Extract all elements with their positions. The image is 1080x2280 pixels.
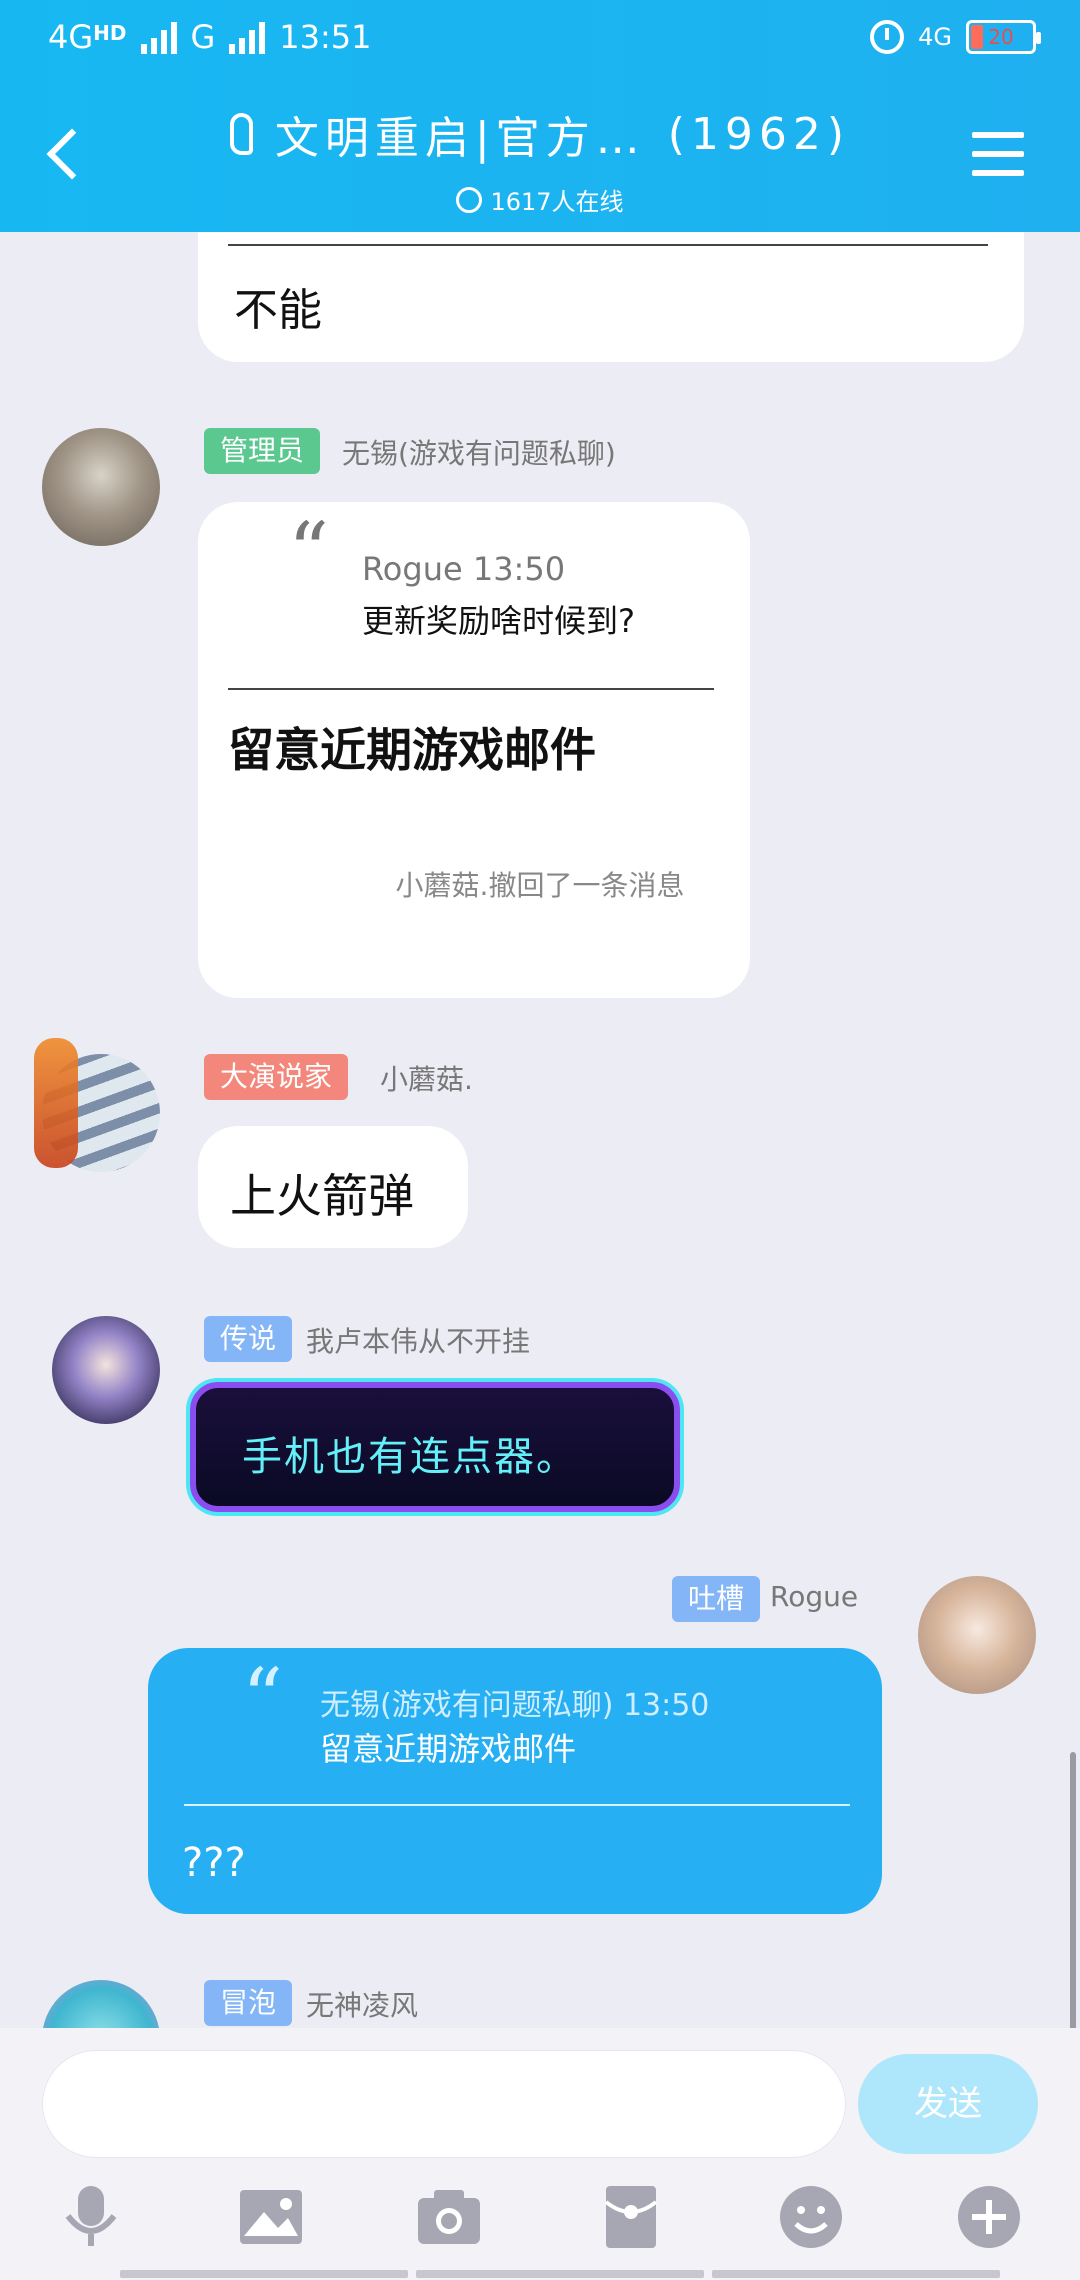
quote-author: Rogue 13:50: [362, 550, 566, 588]
menu-button[interactable]: [972, 132, 1024, 176]
quote-author: 无锡(游戏有问题私聊) 13:50: [320, 1688, 710, 1723]
sender-name[interactable]: 我卢本伟从不开挂: [306, 1320, 530, 1360]
message-bubble-decorated[interactable]: 手机也有连点器。: [190, 1382, 680, 1512]
message-bubble[interactable]: 上火箭弹: [198, 1126, 468, 1248]
sender-name[interactable]: Rogue: [770, 1580, 858, 1613]
quote-divider: [228, 688, 714, 690]
member-count: (1962): [667, 108, 850, 160]
sender-name[interactable]: 无锡(游戏有问题私聊): [342, 432, 616, 472]
title-block[interactable]: 文明重启|官方… (1962) 1617人在线: [230, 102, 850, 217]
status-bar: 4GHD G 13:51 4G 20: [0, 0, 1080, 80]
camera-icon[interactable]: [414, 2182, 484, 2252]
message-text: 上火箭弹: [230, 1169, 414, 1223]
avatar[interactable]: [42, 428, 160, 546]
input-bar: 发送: [0, 2028, 1080, 2280]
status-left: 4GHD G 13:51: [48, 18, 372, 56]
avatar[interactable]: [52, 1316, 160, 1424]
clock: 13:51: [279, 18, 372, 56]
battery-icon: 20: [966, 20, 1041, 54]
avatar[interactable]: [918, 1576, 1036, 1694]
back-button[interactable]: [40, 120, 90, 190]
quote-text: 更新奖励啥时候到?: [362, 602, 635, 640]
plus-icon[interactable]: [954, 2182, 1024, 2252]
role-badge: 大演说家: [204, 1054, 349, 1100]
toolbar: [0, 2182, 1080, 2272]
role-badge: 冒泡: [204, 1980, 293, 2026]
recall-notice: 小蘑菇.撤回了一条消息: [395, 869, 685, 902]
quote-divider: [184, 1804, 850, 1806]
group-name: 文明重启|官方…: [274, 113, 646, 164]
message-input[interactable]: [42, 2050, 846, 2158]
quote-divider: [228, 244, 988, 246]
ear-icon: [230, 113, 253, 155]
sender-name[interactable]: 小蘑菇.: [380, 1058, 473, 1098]
online-count: 1617人在线: [490, 188, 624, 216]
alarm-icon: [870, 20, 905, 54]
message-list[interactable]: 不能 管理员 无锡(游戏有问题私聊) “ Rogue 13:50 更新奖励啥时候…: [0, 232, 1080, 2028]
scrollbar[interactable]: [1070, 1752, 1076, 2028]
microphone-icon[interactable]: [56, 2182, 126, 2252]
signal-icon: [140, 20, 177, 54]
role-badge: 传说: [204, 1316, 293, 1362]
status-right: 4G 20: [870, 20, 1041, 54]
network-4g-label: 4G: [918, 23, 952, 51]
image-icon[interactable]: [236, 2182, 306, 2252]
message-text: 不能: [234, 285, 322, 336]
chevron-down-icon: [456, 186, 483, 213]
avatar-frame-icon: [34, 1038, 78, 1168]
my-message-bubble[interactable]: “ 无锡(游戏有问题私聊) 13:50 留意近期游戏邮件 ???: [148, 1648, 882, 1914]
network-g-label: G: [190, 18, 216, 56]
system-nav-bar: [120, 2270, 1000, 2278]
avatar[interactable]: [42, 1980, 160, 2028]
quote-text: 留意近期游戏邮件: [320, 1730, 577, 1768]
message-text: 手机也有连点器。: [242, 1434, 578, 1480]
red-packet-icon[interactable]: [596, 2182, 666, 2252]
quote-icon: “: [242, 1651, 283, 1744]
role-badge: 管理员: [204, 428, 321, 474]
send-button[interactable]: 发送: [858, 2054, 1038, 2154]
message-bubble[interactable]: “ Rogue 13:50 更新奖励啥时候到? 留意近期游戏邮件: [198, 502, 750, 998]
battery-level: 20: [988, 25, 1014, 49]
quote-icon: “: [288, 505, 329, 598]
emoji-icon[interactable]: [776, 2182, 846, 2252]
message-text: ???: [182, 1840, 246, 1886]
network-label: 4GHD: [48, 18, 127, 56]
chat-header: 文明重启|官方… (1962) 1617人在线: [0, 80, 1080, 232]
role-badge: 吐槽: [672, 1576, 761, 1622]
sender-name[interactable]: 无神凌风: [306, 1984, 418, 2024]
top-bar: 4GHD G 13:51 4G 20 文明重启|官方… (1962) 1617人…: [0, 0, 1080, 232]
message-bubble[interactable]: 不能: [198, 232, 1024, 362]
page-title: 文明重启|官方… (1962): [230, 102, 850, 166]
signal-icon-2: [229, 20, 266, 54]
message-text: 留意近期游戏邮件: [228, 723, 596, 777]
online-status: 1617人在线: [230, 182, 850, 217]
